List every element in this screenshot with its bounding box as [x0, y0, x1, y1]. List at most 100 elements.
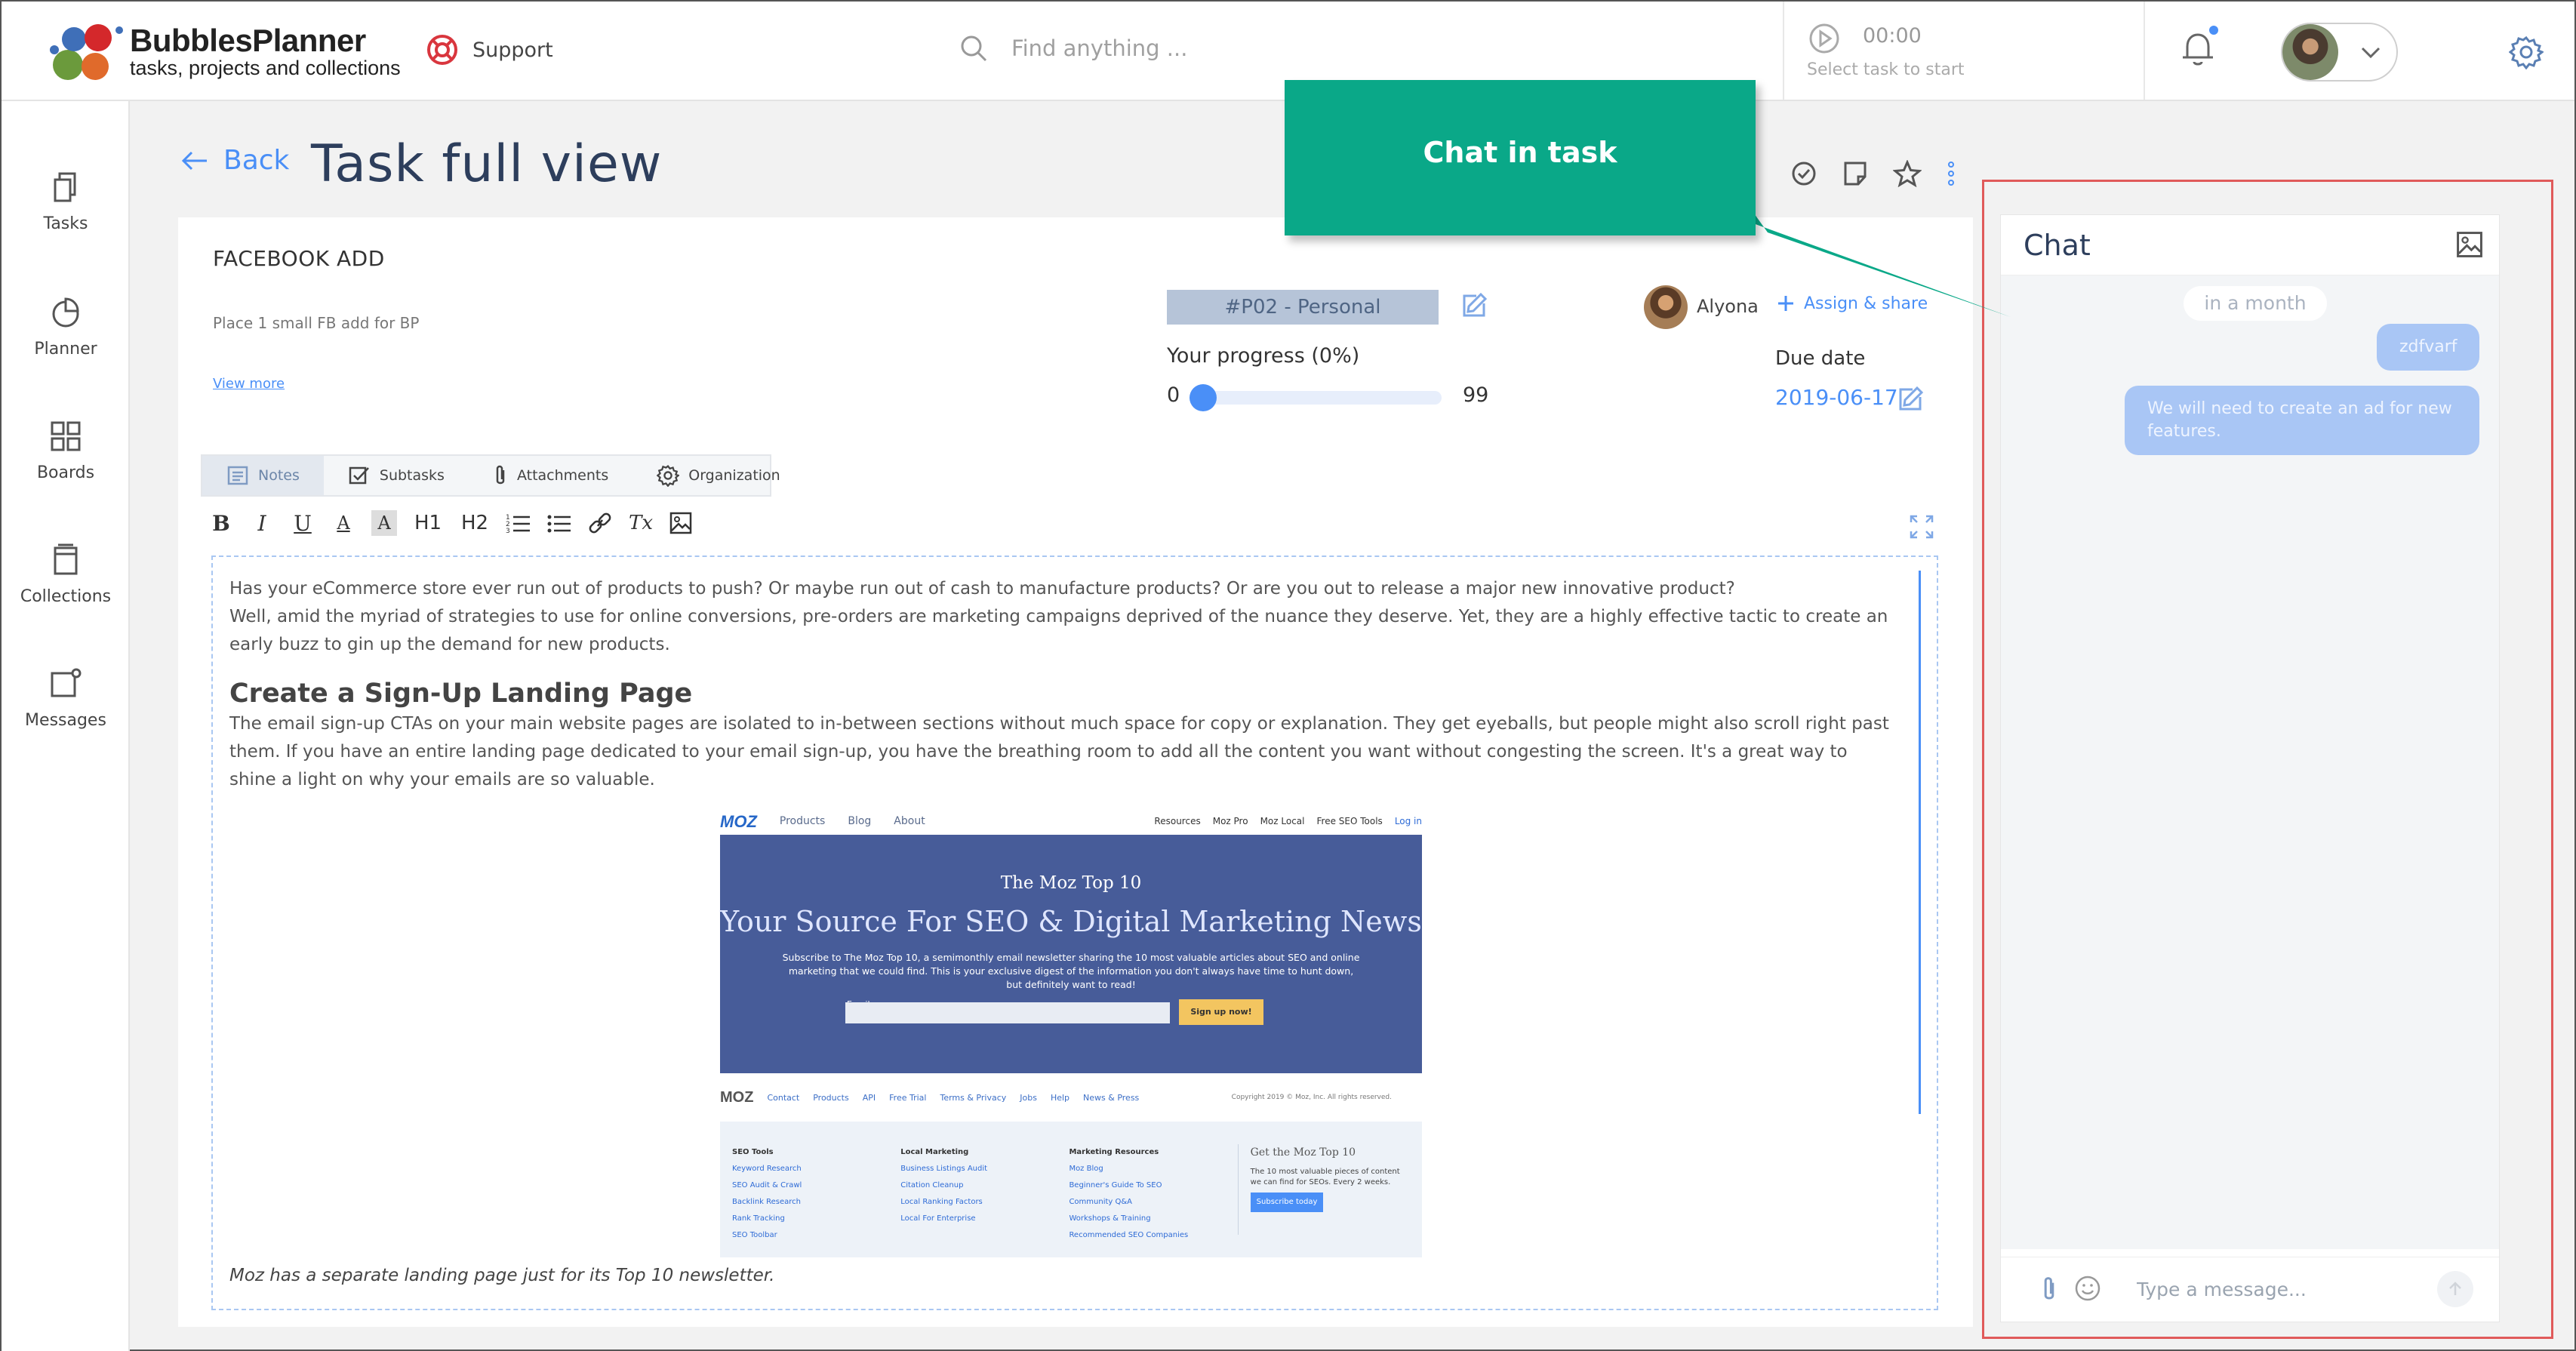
sidebar-item-label: Planner	[34, 340, 97, 359]
figure-column-head: Local Marketing	[900, 1148, 969, 1156]
send-button[interactable]	[2437, 1271, 2473, 1307]
sidebar-item-collections[interactable]: Collections	[2, 543, 130, 606]
figure-column-head: SEO Tools	[732, 1148, 774, 1156]
task-description: Place 1 small FB add for BP	[213, 314, 420, 332]
highlight-button[interactable]: A	[371, 510, 397, 536]
image-icon[interactable]	[2455, 230, 2484, 259]
figure-footer-link: Terms & Privacy	[940, 1092, 1007, 1103]
view-more-link[interactable]: View more	[213, 376, 285, 392]
task-name[interactable]: FACEBOOK ADD	[213, 246, 385, 271]
lifebuoy-icon	[427, 35, 457, 65]
task-timer[interactable]: 00:00 Select task to start	[1783, 2, 2145, 100]
edit-icon[interactable]	[1897, 385, 1925, 412]
chevron-down-icon	[2361, 47, 2381, 59]
figure-links: SEO Tools Keyword Research SEO Audit & C…	[720, 1122, 1422, 1257]
page-title: Task full view	[311, 134, 663, 194]
chat-message-input[interactable]	[2137, 1274, 2424, 1304]
chat-composer	[2001, 1257, 2499, 1322]
play-icon[interactable]	[1807, 21, 1842, 56]
ordered-list-icon[interactable]: 1 2 3	[506, 512, 531, 534]
font-color-button[interactable]: A	[331, 510, 356, 536]
heading2-button[interactable]: H2	[459, 510, 491, 536]
gear-icon[interactable]	[2509, 35, 2544, 69]
editor-paragraph: Has your eCommerce store ever run out of…	[229, 579, 1735, 599]
sidebar-item-planner[interactable]: Planner	[2, 296, 130, 359]
paperclip-icon	[496, 465, 505, 485]
image-icon[interactable]	[669, 511, 693, 535]
figure-link: Backlink Research	[732, 1198, 802, 1206]
timer-time: 00:00	[1863, 24, 1922, 48]
emoji-icon[interactable]	[2073, 1274, 2102, 1303]
search-input[interactable]	[1011, 35, 1464, 61]
progress-max: 99	[1463, 383, 1489, 407]
figure-subscribe: Get the Moz Top 10 The 10 most valuable …	[1237, 1144, 1410, 1235]
planner-icon	[52, 297, 79, 328]
notes-editor[interactable]: Has your eCommerce store ever run out of…	[211, 555, 1938, 1310]
tab-label: Notes	[258, 467, 300, 484]
bold-button[interactable]: B	[208, 510, 234, 536]
progress-label: Your progress (0%)	[1167, 344, 1360, 368]
paperclip-icon[interactable]	[2040, 1276, 2058, 1303]
embedded-image: MOZ Products Blog About Resources Moz Pr…	[720, 806, 1422, 1259]
figure-nav-item: Free SEO Tools	[1316, 815, 1383, 826]
figure-nav-item: Log in	[1394, 815, 1422, 826]
clear-format-button[interactable]: Tx	[628, 510, 654, 536]
search-bar	[959, 33, 1464, 63]
figure-column-head: Marketing Resources	[1069, 1148, 1159, 1156]
note-icon[interactable]	[1842, 160, 1869, 187]
back-label: Back	[223, 145, 290, 176]
star-icon[interactable]	[1893, 160, 1922, 187]
bullet-list-icon[interactable]	[546, 512, 572, 534]
support-link[interactable]: Support	[426, 33, 553, 66]
tab-subtasks[interactable]: Subtasks	[324, 456, 469, 495]
figure-link: Business Listings Audit	[900, 1165, 988, 1173]
figure-title: Your Source For SEO & Digital Marketing …	[720, 905, 1422, 938]
link-icon[interactable]	[587, 511, 613, 535]
due-date-value[interactable]: 2019-06-17	[1775, 385, 1898, 410]
sidebar-item-messages[interactable]: Messages	[2, 667, 130, 730]
editor-paragraph: Well, amid the myriad of strategies to u…	[229, 607, 1888, 654]
figure-link-column: Local Marketing Business Listings Audit …	[900, 1144, 1069, 1235]
back-button[interactable]: Back	[180, 145, 289, 176]
tab-notes[interactable]: Notes	[202, 456, 324, 495]
assignee-avatar	[1644, 285, 1688, 329]
figure-nav: MOZ Products Blog About Resources Moz Pr…	[720, 806, 1422, 836]
chat-messages: in a month zdfvarf We will need to creat…	[2001, 275, 2499, 1249]
figure-footer-link: Contact	[767, 1092, 800, 1103]
editor-paragraph: The email sign-up CTAs on your main webs…	[229, 714, 1889, 789]
figure-link: SEO Toolbar	[732, 1231, 777, 1239]
callout: Chat in task	[1285, 80, 1756, 235]
tab-organization[interactable]: Organization	[632, 456, 804, 495]
edit-icon[interactable]	[1461, 291, 1488, 319]
project-tag[interactable]: #P02 - Personal	[1167, 290, 1439, 325]
tab-label: Attachments	[516, 467, 609, 484]
tab-attachments[interactable]: Attachments	[469, 456, 632, 495]
sidebar-item-tasks[interactable]: Tasks	[2, 171, 130, 233]
heading1-button[interactable]: H1	[412, 510, 444, 536]
italic-button[interactable]: I	[249, 510, 275, 536]
expand-icon[interactable]	[1908, 513, 1935, 540]
figure-link: Local Ranking Factors	[900, 1198, 983, 1206]
progress-handle[interactable]	[1190, 384, 1217, 411]
figure-link: Citation Cleanup	[900, 1181, 964, 1189]
progress-slider[interactable]	[1190, 391, 1442, 405]
chat-header: Chat	[2001, 215, 2499, 275]
figure-footer-link: API	[862, 1092, 876, 1103]
figure-link-column: SEO Tools Keyword Research SEO Audit & C…	[732, 1144, 900, 1239]
sidebar-item-boards[interactable]: Boards	[2, 420, 130, 482]
figure-link: Rank Tracking	[732, 1214, 785, 1223]
messages-icon	[51, 668, 82, 697]
underline-button[interactable]: U	[290, 510, 315, 536]
search-icon	[961, 35, 987, 62]
figure-link: Keyword Research	[732, 1165, 802, 1173]
figure-nav-right: Resources Moz Pro Moz Local Free SEO Too…	[1154, 808, 1422, 836]
moz-logo: MOZ	[720, 811, 757, 831]
check-circle-icon[interactable]	[1790, 160, 1817, 187]
figure-nav-item: Moz Pro	[1212, 815, 1248, 826]
editor-scrollbar[interactable]	[1919, 571, 1921, 1114]
gear-icon	[657, 465, 680, 487]
bubbles-logo[interactable]	[47, 23, 130, 83]
more-vertical-icon[interactable]	[1946, 160, 1956, 187]
user-menu[interactable]	[2281, 23, 2398, 82]
figure-footer-link: Products	[813, 1092, 849, 1103]
